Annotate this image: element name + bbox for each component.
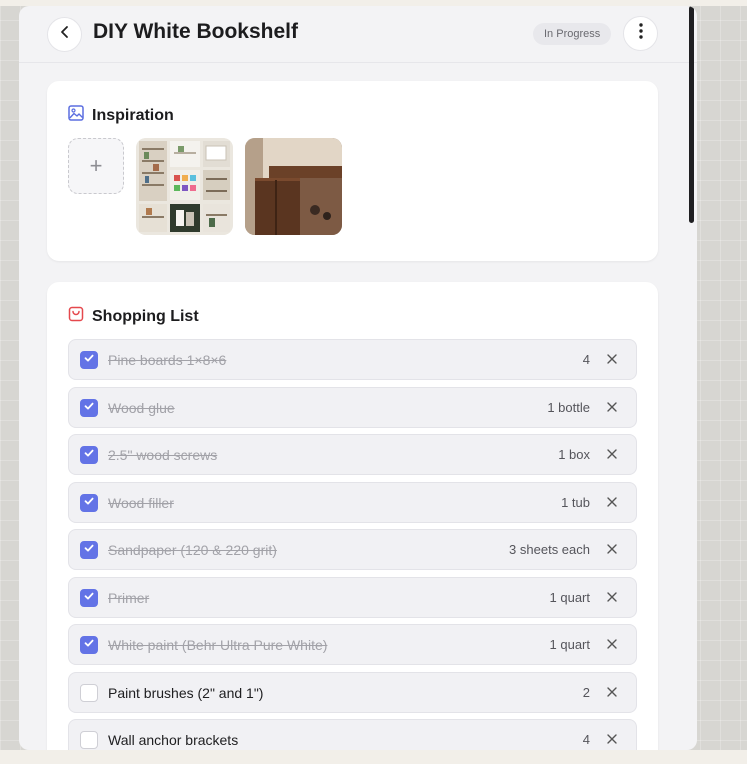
close-icon	[607, 446, 617, 464]
item-name: 2.5" wood screws	[108, 447, 218, 463]
list-item: Wall anchor brackets 4	[68, 719, 637, 750]
project-panel: DIY White Bookshelf In Progress Inspirat…	[19, 6, 697, 750]
remove-item-button[interactable]	[605, 591, 619, 605]
close-icon	[607, 684, 617, 702]
checkmark-icon	[83, 541, 95, 559]
shopping-list-header: Shopping List	[68, 306, 199, 327]
status-badge: In Progress	[533, 23, 612, 45]
item-name: Pine boards 1×8×6	[108, 352, 227, 368]
item-quantity: 4	[582, 352, 590, 367]
item-name: White paint (Behr Ultra Pure White)	[108, 637, 328, 653]
item-quantity: 1 quart	[549, 589, 590, 605]
item-quantity: 3 sheets each	[509, 542, 590, 557]
item-quantity: 1 quart	[549, 637, 590, 652]
item-quantity: 4	[582, 732, 590, 747]
item-checkbox[interactable]	[80, 588, 98, 607]
remove-item-button[interactable]	[605, 686, 619, 700]
item-checkbox[interactable]	[80, 351, 98, 369]
remove-item-button[interactable]	[605, 638, 619, 652]
list-item: Sandpaper (120 & 220 grit) 3 sheets each	[68, 529, 637, 570]
checkmark-icon	[83, 636, 95, 654]
remove-item-button[interactable]	[605, 353, 619, 367]
more-vertical-icon	[638, 23, 643, 44]
remove-item-button[interactable]	[605, 401, 619, 415]
more-options-button[interactable]	[623, 16, 658, 51]
list-item: Wood filler 1 tub	[68, 481, 637, 523]
close-icon	[607, 731, 617, 749]
remove-item-button[interactable]	[605, 448, 619, 462]
shopping-bag-icon	[68, 306, 84, 327]
list-item: Wood glue 1 bottle	[68, 386, 637, 428]
item-quantity: 1 tub	[561, 494, 590, 510]
chevron-left-icon	[58, 25, 72, 44]
inspiration-header: Inspiration	[68, 105, 174, 126]
scrollbar-thumb[interactable]	[689, 6, 694, 223]
shopping-list: Pine boards 1×8×6 4 Wood glue 1 bottle 2.5" …	[68, 339, 637, 750]
close-icon	[607, 399, 617, 417]
item-name: Wall anchor brackets	[108, 732, 239, 748]
item-quantity: 1 bottle	[547, 399, 590, 415]
list-item: Primer 1 quart	[68, 576, 637, 618]
checkmark-icon	[83, 589, 95, 607]
item-name: Sandpaper (120 & 220 grit)	[108, 542, 277, 558]
list-item: Paint brushes (2" and 1") 2	[68, 671, 637, 713]
item-checkbox[interactable]	[80, 731, 98, 749]
close-icon	[607, 636, 617, 654]
list-item: White paint (Behr Ultra Pure White) 1 qua…	[68, 624, 637, 665]
checkmark-icon	[83, 351, 95, 369]
remove-item-button[interactable]	[605, 543, 619, 557]
checkmark-icon	[83, 446, 95, 464]
item-name: Wood filler	[108, 494, 174, 511]
item-checkbox[interactable]	[80, 636, 98, 654]
item-checkbox[interactable]	[80, 683, 98, 702]
remove-item-button[interactable]	[605, 496, 619, 510]
close-icon	[607, 494, 617, 512]
page-title: DIY White Bookshelf	[93, 20, 298, 43]
list-item: 2.5" wood screws 1 box	[68, 434, 637, 475]
item-checkbox[interactable]	[80, 493, 98, 512]
item-name: Primer	[108, 589, 150, 606]
inspiration-card: Inspiration +	[47, 81, 658, 261]
plus-icon: +	[89, 153, 103, 178]
add-inspiration-button[interactable]: +	[68, 138, 124, 194]
close-icon	[607, 589, 617, 607]
back-button[interactable]	[47, 17, 82, 52]
item-quantity: 1 box	[558, 447, 590, 462]
list-item: Pine boards 1×8×6 4	[68, 339, 637, 380]
shopping-list-title: Shopping List	[92, 307, 199, 325]
checkmark-icon	[83, 399, 95, 417]
item-checkbox[interactable]	[80, 446, 98, 464]
item-name: Wood glue	[108, 399, 175, 416]
checkmark-icon	[83, 494, 95, 512]
item-checkbox[interactable]	[80, 541, 98, 559]
inspiration-image-shelves-collage[interactable]	[136, 138, 233, 235]
panel-header: DIY White Bookshelf In Progress	[19, 6, 697, 63]
shopping-list-card: Shopping List Pine boards 1×8×6 4 Wood glu…	[47, 282, 658, 750]
bottom-strip	[0, 750, 747, 764]
inspiration-image-wood-shelf[interactable]	[245, 138, 342, 235]
inspiration-title: Inspiration	[92, 106, 174, 124]
close-icon	[607, 351, 617, 369]
remove-item-button[interactable]	[605, 733, 619, 747]
item-quantity: 2	[582, 684, 590, 700]
image-icon	[68, 105, 84, 126]
close-icon	[607, 541, 617, 559]
item-name: Paint brushes (2" and 1")	[108, 684, 264, 701]
item-checkbox[interactable]	[80, 398, 98, 417]
